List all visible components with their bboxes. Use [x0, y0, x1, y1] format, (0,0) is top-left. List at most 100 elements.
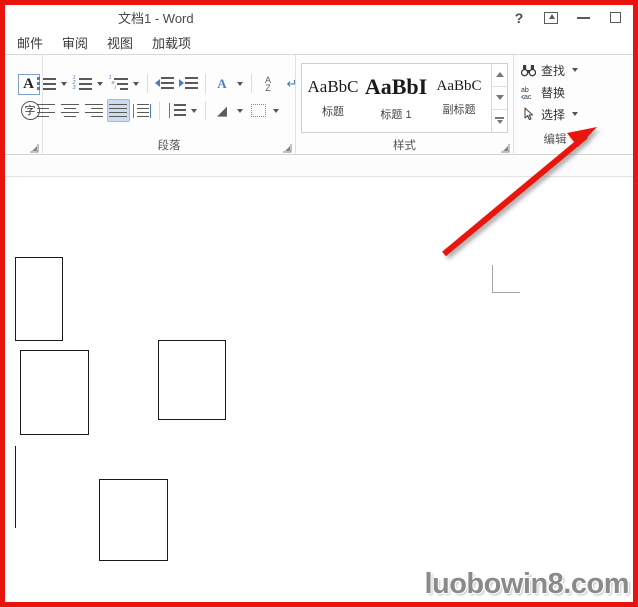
- sort-az-icon: AZ: [264, 74, 271, 93]
- align-left-button[interactable]: [35, 99, 58, 122]
- ribbon: A 字 1 2 3 1 a i A A Z ↵ ◢ 段落 AaBbC 标题 Aa…: [5, 55, 633, 155]
- select-dropdown-caret[interactable]: [572, 112, 579, 116]
- font-group-label: [5, 137, 42, 155]
- align-center-icon: [61, 103, 79, 118]
- title-bar: 文档1 - Word ?: [5, 5, 633, 30]
- more-styles-icon: [495, 117, 504, 124]
- find-dropdown-caret[interactable]: [572, 68, 579, 72]
- numbering-dropdown[interactable]: [95, 72, 106, 95]
- ribbon-group-paragraph: 1 2 3 1 a i A A Z ↵ ◢ 段落: [36, 55, 297, 155]
- styles-more-button[interactable]: [492, 110, 507, 132]
- paragraph-group-body: 1 2 3 1 a i A A Z ↵ ◢: [30, 55, 309, 137]
- font-dialog-launcher[interactable]: [30, 144, 39, 153]
- ribbon-group-editing: 查找 ab ac 替换 选择 编辑: [514, 55, 599, 155]
- svg-text:ac: ac: [524, 94, 532, 100]
- style-item-title[interactable]: AaBbC 标题: [302, 64, 365, 132]
- multilevel-list-button[interactable]: 1 a i: [107, 72, 130, 95]
- line-spacing-button[interactable]: [165, 99, 188, 122]
- style-item-subtitle[interactable]: AaBbC 副标题: [428, 64, 491, 132]
- align-right-button[interactable]: [83, 99, 106, 122]
- style-sample-title: AaBbC: [307, 76, 359, 96]
- borders-button[interactable]: [247, 99, 270, 122]
- styles-group-label-text: 样式: [393, 140, 416, 152]
- align-center-button[interactable]: [59, 99, 82, 122]
- line-spacing-dropdown[interactable]: [189, 99, 200, 122]
- styles-scroll-up-button[interactable]: [492, 64, 507, 87]
- replace-icon: ab ac: [520, 84, 537, 100]
- distributed-icon: [133, 103, 151, 118]
- paragraph-separator-3: [250, 74, 252, 93]
- increase-indent-button[interactable]: [177, 72, 200, 95]
- editing-group-label: 编辑: [520, 128, 590, 150]
- tab-view[interactable]: 视图: [101, 31, 146, 54]
- shading-button[interactable]: ◢: [211, 99, 234, 122]
- paragraph-row-1: 1 2 3 1 a i A A Z ↵: [35, 70, 304, 97]
- paragraph-group-label: 段落: [43, 137, 295, 155]
- styles-dialog-launcher[interactable]: [501, 144, 510, 153]
- binoculars-icon: [520, 62, 537, 78]
- paragraph-separator-2: [204, 74, 206, 93]
- maximize-button[interactable]: [599, 6, 631, 30]
- ribbon-display-icon: [544, 11, 558, 24]
- editing-group-label-text: 编辑: [543, 134, 567, 146]
- paragraph-dialog-launcher[interactable]: [283, 144, 292, 153]
- chevron-down-icon: [495, 95, 504, 100]
- paragraph-separator-4: [158, 101, 160, 120]
- select-button[interactable]: 选择: [520, 103, 590, 125]
- tab-review[interactable]: 审阅: [56, 31, 101, 54]
- minimize-icon: [576, 16, 590, 19]
- chevron-up-icon: [495, 72, 504, 77]
- rectangle-4[interactable]: [99, 479, 168, 561]
- justify-icon: [109, 103, 127, 118]
- ribbon-tab-strip: 邮件 审阅 视图 加载项: [5, 30, 633, 55]
- style-sample-subtitle: AaBbC: [436, 78, 482, 94]
- sort-button[interactable]: A: [211, 72, 234, 95]
- rectangle-1[interactable]: [15, 257, 63, 341]
- style-item-heading1[interactable]: AaBbI 标题 1: [365, 64, 428, 132]
- numbering-icon: 1 2 3: [73, 75, 92, 91]
- help-button[interactable]: ?: [503, 6, 535, 30]
- bullets-button[interactable]: [35, 72, 58, 95]
- multilevel-list-icon: 1 a i: [109, 75, 128, 91]
- styles-scroll-down-button[interactable]: [492, 87, 507, 110]
- page-margin-corner-mark: [492, 265, 520, 293]
- sort-icon: A: [217, 75, 227, 91]
- replace-button[interactable]: ab ac 替换: [520, 81, 590, 103]
- replace-label: 替换: [541, 85, 566, 100]
- rectangle-2[interactable]: [20, 350, 89, 435]
- tab-addins[interactable]: 加载项: [146, 31, 204, 54]
- select-label: 选择: [541, 107, 566, 122]
- question-mark-icon: ?: [514, 9, 524, 26]
- find-button[interactable]: 查找: [520, 59, 590, 81]
- document-canvas[interactable]: [5, 157, 633, 602]
- bullets-dropdown[interactable]: [59, 72, 70, 95]
- decrease-indent-button[interactable]: [153, 72, 176, 95]
- style-sample-heading1: AaBbI: [364, 73, 428, 99]
- styles-gallery: AaBbC 标题 AaBbI 标题 1 AaBbC 副标题: [301, 62, 508, 133]
- rectangle-3[interactable]: [158, 340, 226, 420]
- distributed-button[interactable]: [131, 99, 154, 122]
- style-name-subtitle: 副标题: [442, 104, 476, 116]
- shading-dropdown[interactable]: [235, 99, 246, 122]
- sort-dropdown[interactable]: [235, 72, 246, 95]
- style-name-title: 标题: [322, 105, 344, 118]
- window-controls: ?: [503, 5, 631, 30]
- sort-az-button[interactable]: AZ: [257, 72, 280, 95]
- word-window: 文档1 - Word ? 邮件 审阅 视图 加载项 A 字 1 2 3 1 a …: [5, 5, 633, 602]
- numbering-button[interactable]: 1 2 3: [71, 72, 94, 95]
- justify-button[interactable]: [106, 99, 130, 122]
- paragraph-group-label-text: 段落: [157, 140, 181, 152]
- styles-gallery-scrollbar[interactable]: [491, 63, 507, 132]
- ribbon-display-options-button[interactable]: [535, 6, 567, 30]
- ribbon-group-styles: AaBbC 标题 AaBbI 标题 1 AaBbC 副标题 样式: [296, 55, 514, 155]
- borders-dropdown[interactable]: [271, 99, 282, 122]
- paragraph-separator-1: [146, 74, 148, 93]
- line-spacing-icon: [167, 103, 186, 118]
- minimize-button[interactable]: [567, 6, 599, 30]
- style-name-heading1: 标题 1: [380, 108, 412, 121]
- multilevel-list-dropdown[interactable]: [131, 72, 142, 95]
- tab-mailings[interactable]: 邮件: [11, 31, 56, 54]
- decrease-indent-icon: [154, 76, 174, 91]
- paint-bucket-icon: ◢: [217, 102, 227, 118]
- align-left-icon: [37, 103, 55, 118]
